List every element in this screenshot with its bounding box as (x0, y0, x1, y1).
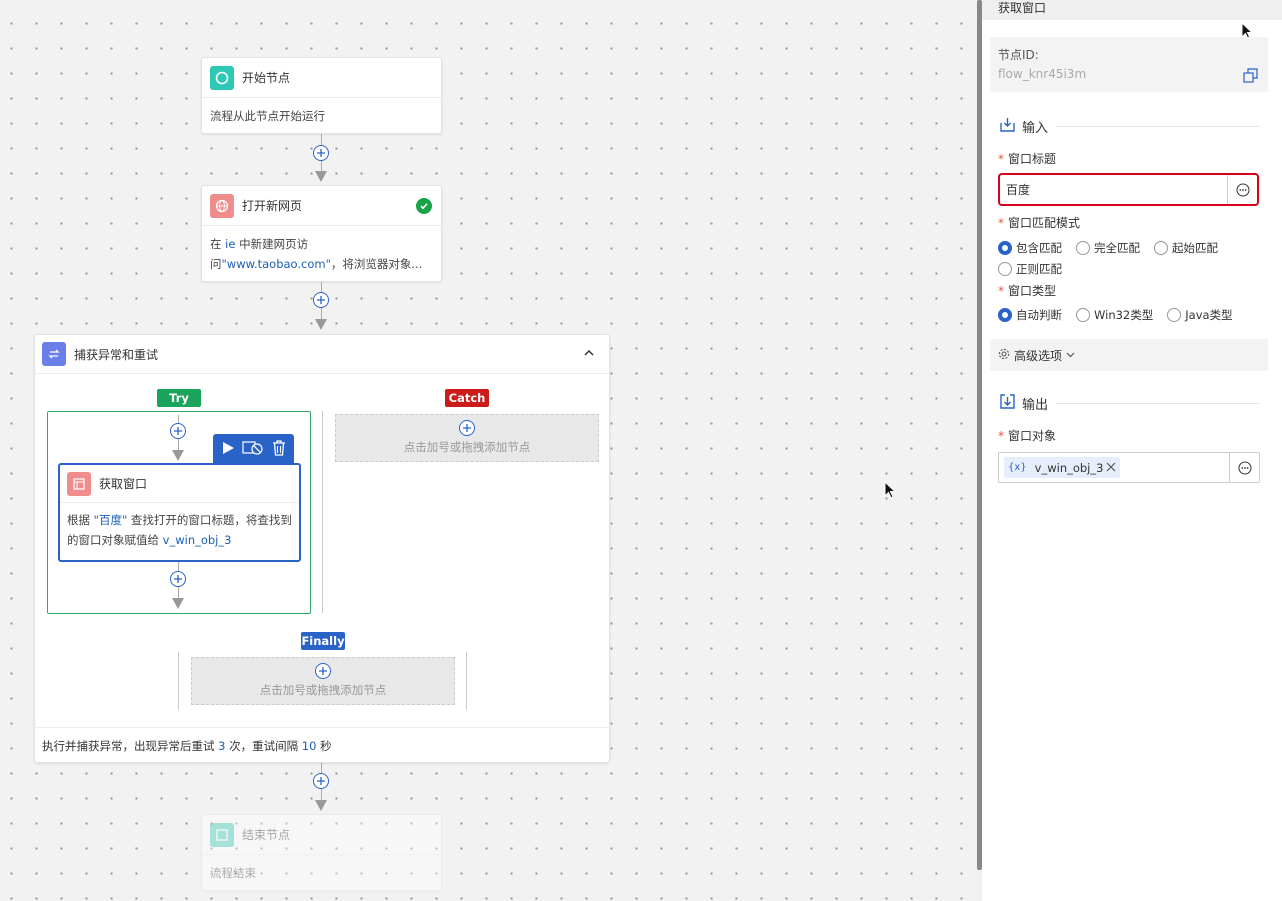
gear-icon (998, 348, 1010, 363)
input-icon (1000, 117, 1015, 135)
get-window-node[interactable]: 获取窗口 根据 "百度" 查找打开的窗口标题，将查找到的窗口对象赋值给 v_wi… (58, 463, 301, 562)
catch-dropzone[interactable]: 点击加号或拖拽添加节点 (335, 414, 599, 462)
window-title-field[interactable]: 百度 (998, 173, 1259, 206)
radio-java[interactable]: Java类型 (1167, 306, 1233, 324)
try-label: Try (157, 389, 201, 407)
more-options-button[interactable] (1229, 453, 1259, 482)
output-icon (1000, 394, 1015, 412)
open-webpage-node[interactable]: 打开新网页 在 ie 中新建网页访问"www.taobao.com"，将浏览器对… (201, 185, 442, 282)
window-object-field[interactable]: {x} v_win_obj_3 (998, 452, 1260, 483)
radio-starts-with[interactable]: 起始匹配 (1154, 239, 1218, 257)
panel-header: 获取窗口 (982, 0, 1282, 20)
delete-icon[interactable] (272, 439, 286, 459)
radio-exact[interactable]: 完全匹配 (1076, 239, 1140, 257)
add-node-button[interactable] (170, 423, 186, 439)
get-window-title: 获取窗口 (99, 477, 148, 491)
window-title-value[interactable]: 百度 (1000, 181, 1227, 198)
globe-icon (210, 193, 234, 218)
disable-icon[interactable] (242, 440, 264, 459)
retry-icon (42, 342, 66, 366)
try-catch-footer: 执行并捕获异常，出现异常后重试 3 次，重试间隔 10 秒 (35, 727, 609, 763)
node-id-label: 节点ID: (998, 48, 1039, 62)
start-node-title: 开始节点 (242, 71, 291, 85)
node-id-value: flow_knr45i3m (998, 67, 1087, 81)
end-node-desc: 流程结束 (210, 866, 256, 880)
input-section-header: 输入 (1000, 117, 1260, 136)
window-title-label: * 窗口标题 (998, 152, 1057, 166)
advanced-options-toggle[interactable]: 高级选项 (990, 339, 1268, 371)
remove-variable-icon[interactable] (1106, 461, 1116, 475)
start-node-desc: 流程从此节点开始运行 (210, 109, 325, 123)
window-type-radios: 自动判断 Win32类型 Java类型 (998, 306, 1268, 327)
mouse-cursor-icon (884, 481, 896, 499)
add-node-button[interactable] (313, 145, 329, 161)
add-node-button[interactable] (313, 773, 329, 789)
radio-contains[interactable]: 包含匹配 (998, 239, 1062, 257)
success-check-icon (416, 197, 432, 214)
window-type-label: * 窗口类型 (998, 284, 1057, 298)
try-catch-block[interactable]: 捕获异常和重试 Try 获取窗口 根据 "百度" 查找打开的窗口标题，将查找到的… (34, 334, 610, 763)
collapse-chevron-icon[interactable] (583, 347, 595, 362)
copy-icon[interactable] (1243, 68, 1258, 86)
finally-label: Finally (301, 632, 345, 650)
node-id-box: 节点ID: flow_knr45i3m (990, 37, 1268, 92)
chevron-down-icon (1066, 348, 1075, 362)
catch-label: Catch (445, 389, 489, 407)
get-window-desc: 根据 "百度" 查找打开的窗口标题，将查找到的窗口对象赋值给 v_win_obj… (67, 513, 292, 547)
run-icon[interactable] (221, 441, 235, 458)
window-object-value: v_win_obj_3 (1034, 460, 1104, 475)
more-options-button[interactable] (1227, 175, 1257, 204)
window-icon (67, 471, 91, 496)
node-toolbar (213, 434, 294, 464)
start-node[interactable]: 开始节点 流程从此节点开始运行 (201, 57, 442, 134)
properties-panel: 获取窗口 节点ID: flow_knr45i3m 输入 * 窗口标题 百度 * 窗口… (982, 0, 1282, 901)
end-node-icon (210, 822, 234, 847)
radio-win32[interactable]: Win32类型 (1076, 306, 1153, 324)
window-object-label: * 窗口对象 (998, 429, 1057, 443)
flow-canvas[interactable]: 开始节点 流程从此节点开始运行 打开新网页 在 ie 中新建网页访问"www.t… (0, 0, 977, 901)
open-webpage-title: 打开新网页 (242, 199, 303, 213)
variable-tag: {x} v_win_obj_3 (1004, 457, 1121, 478)
finally-dropzone[interactable]: 点击加号或拖拽添加节点 (191, 657, 455, 705)
end-node-title: 结束节点 (242, 828, 291, 842)
end-node[interactable]: 结束节点 流程结束 (201, 814, 442, 891)
add-node-button[interactable] (313, 292, 329, 308)
try-catch-title: 捕获异常和重试 (74, 347, 159, 362)
radio-regex[interactable]: 正则匹配 (998, 260, 1062, 278)
match-mode-radios: 包含匹配 完全匹配 起始匹配 正则匹配 (998, 239, 1268, 281)
output-section-header: 输出 (1000, 394, 1260, 413)
radio-auto-detect[interactable]: 自动判断 (998, 306, 1062, 324)
variable-icon: {x} (1008, 462, 1027, 473)
open-webpage-desc: 在 ie 中新建网页访问"www.taobao.com"，将浏览器对象... (210, 237, 423, 271)
match-mode-label: * 窗口匹配模式 (998, 216, 1081, 230)
start-node-icon (210, 65, 234, 90)
add-node-button[interactable] (170, 571, 186, 587)
